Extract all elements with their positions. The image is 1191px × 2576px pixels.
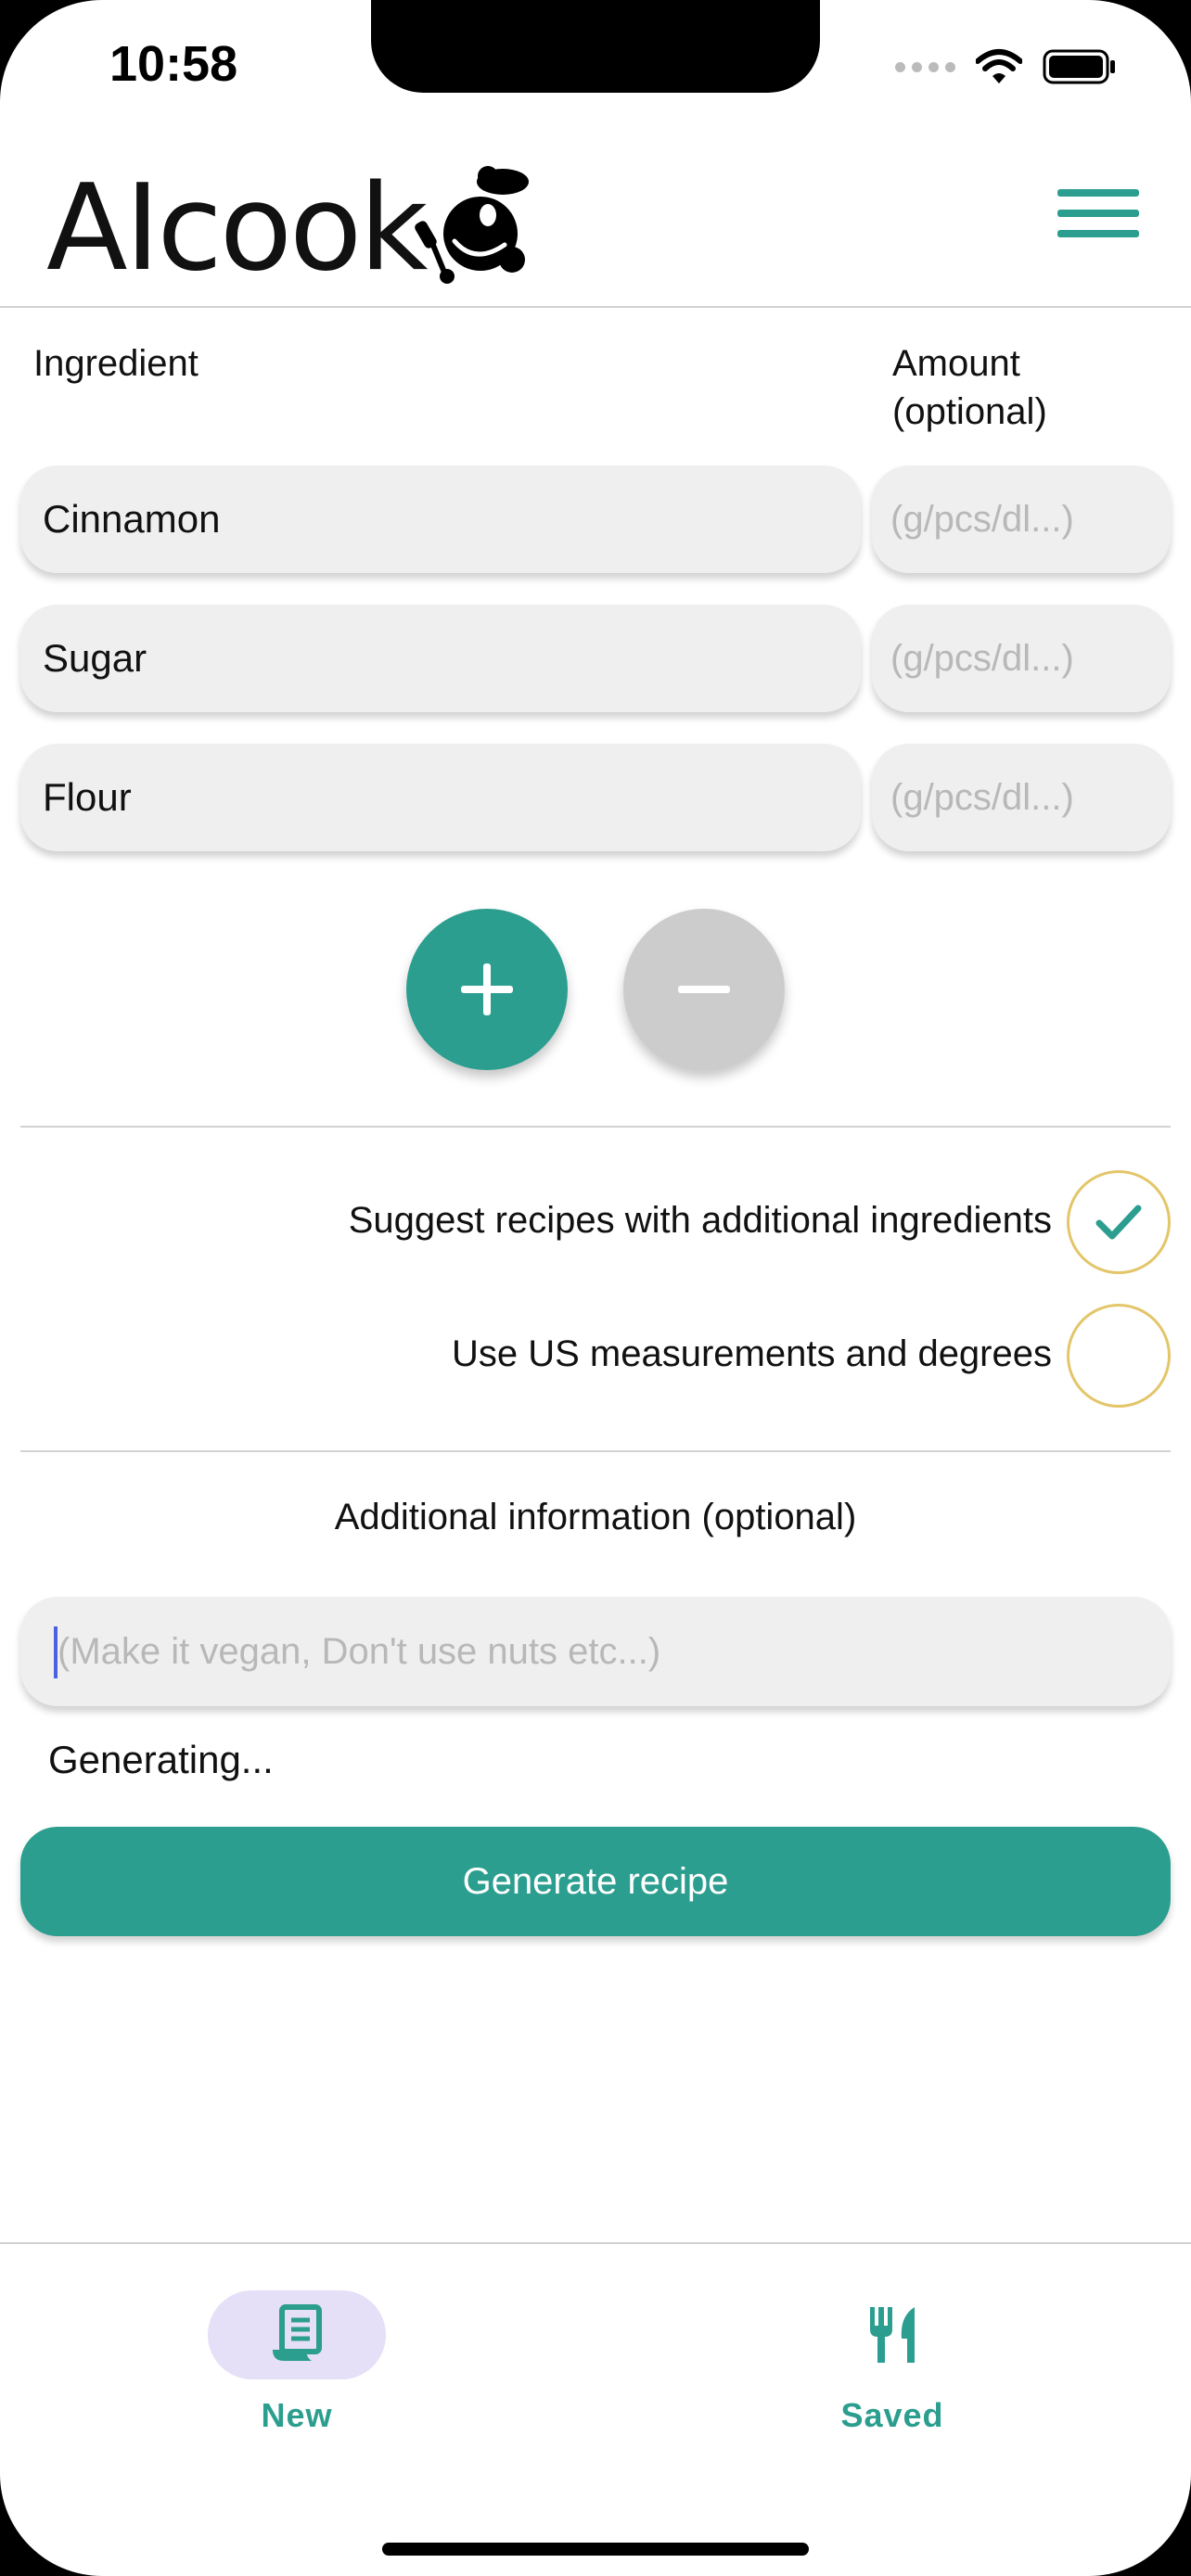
- tab-new[interactable]: New: [204, 2290, 390, 2439]
- menu-button[interactable]: [1057, 189, 1139, 249]
- tab-saved[interactable]: Saved: [800, 2290, 985, 2439]
- amount-input-2[interactable]: (g/pcs/dl...): [872, 605, 1171, 712]
- ingredient-column-label: Ingredient: [33, 343, 198, 384]
- fork-knife-icon: [870, 2307, 915, 2363]
- tab-new-label: New: [261, 2396, 333, 2434]
- additional-info-label: Additional information (optional): [334, 1497, 857, 1537]
- app-screen: 10:58 AIcook Ingredient Amount (optional…: [0, 0, 1191, 2576]
- wifi-icon: [976, 49, 1022, 83]
- additional-ingredients-checkbox[interactable]: [1067, 1170, 1171, 1274]
- status-time: 10:58: [109, 36, 238, 92]
- home-indicator: [382, 2543, 809, 2556]
- tab-saved-label: Saved: [840, 2396, 944, 2434]
- app-logo-text: AIcook: [46, 159, 428, 298]
- remove-ingredient-button[interactable]: [623, 909, 785, 1070]
- chef-mascot-icon: [415, 166, 529, 284]
- ingredient-input-2[interactable]: Sugar: [20, 605, 861, 712]
- battery-icon: [1043, 49, 1115, 84]
- amount-label-line2: (optional): [892, 391, 1047, 432]
- additional-info-input[interactable]: (Make it vegan, Don't use nuts etc...): [20, 1597, 1171, 1706]
- status-text: Generating...: [48, 1738, 274, 1781]
- device-notch: [371, 0, 820, 93]
- ingredient-input-1[interactable]: Cinnamon: [20, 465, 861, 573]
- checkmark-icon: [1095, 1205, 1142, 1240]
- header-divider: [0, 306, 1191, 308]
- recipe-scroll-icon: [273, 2304, 322, 2361]
- us-measurements-label: Use US measurements and degrees: [452, 1333, 1052, 1374]
- additional-info-placeholder: (Make it vegan, Don't use nuts etc...): [58, 1631, 661, 1672]
- section-divider-1: [20, 1126, 1171, 1128]
- us-measurements-checkbox[interactable]: [1067, 1304, 1171, 1408]
- amount-input-3[interactable]: (g/pcs/dl...): [872, 744, 1171, 851]
- section-divider-2: [20, 1450, 1171, 1452]
- hamburger-menu-icon: [1057, 189, 1139, 197]
- status-icons: [895, 46, 1117, 87]
- app-header: AIcook: [0, 139, 1191, 306]
- add-ingredient-button[interactable]: [406, 909, 568, 1070]
- amount-column-label: Amount (optional): [892, 339, 1047, 436]
- generate-recipe-button[interactable]: Generate recipe: [20, 1827, 1171, 1936]
- signal-dots-icon: [895, 61, 955, 72]
- amount-input-1[interactable]: (g/pcs/dl...): [872, 465, 1171, 573]
- additional-ingredients-label: Suggest recipes with additional ingredie…: [348, 1200, 1052, 1241]
- amount-label-line1: Amount: [892, 343, 1020, 384]
- text-caret: [54, 1626, 58, 1678]
- ingredient-input-3[interactable]: Flour: [20, 744, 861, 851]
- tab-bar-divider: [0, 2242, 1191, 2244]
